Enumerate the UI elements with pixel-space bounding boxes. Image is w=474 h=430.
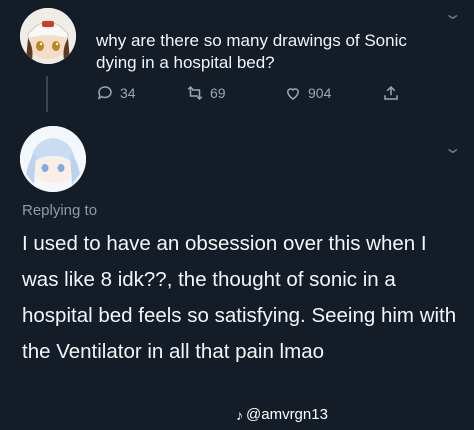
chevron-down-icon[interactable]: ⌄ [443,138,462,158]
thread-connector [46,76,48,112]
watermark: ♪ @amvrgn13 [236,406,328,423]
reply-icon [97,86,112,100]
retweet-button[interactable]: 69 [186,84,226,102]
tweet-text: why are there so many drawings of Sonic … [96,31,407,72]
retweet-count: 69 [210,85,226,101]
avatar[interactable] [20,8,76,64]
watermark-handle: @amvrgn13 [246,406,328,423]
avatar[interactable] [20,126,86,192]
like-count: 904 [308,85,332,101]
share-button[interactable] [382,84,400,102]
chevron-down-icon[interactable]: ⌄ [443,4,462,24]
like-button[interactable]: 904 [284,84,331,102]
reply-text: I used to have an obsession over this wh… [22,232,457,363]
retweet-icon [187,85,203,101]
tiktok-icon: ♪ [236,406,243,423]
replying-to-label: Replying to [22,202,98,219]
reply-button[interactable]: 34 [96,84,136,102]
heart-icon [286,88,300,100]
reply-count: 34 [120,85,136,101]
share-icon [384,85,398,100]
tweet-actions: 34 69 904 [96,84,406,106]
